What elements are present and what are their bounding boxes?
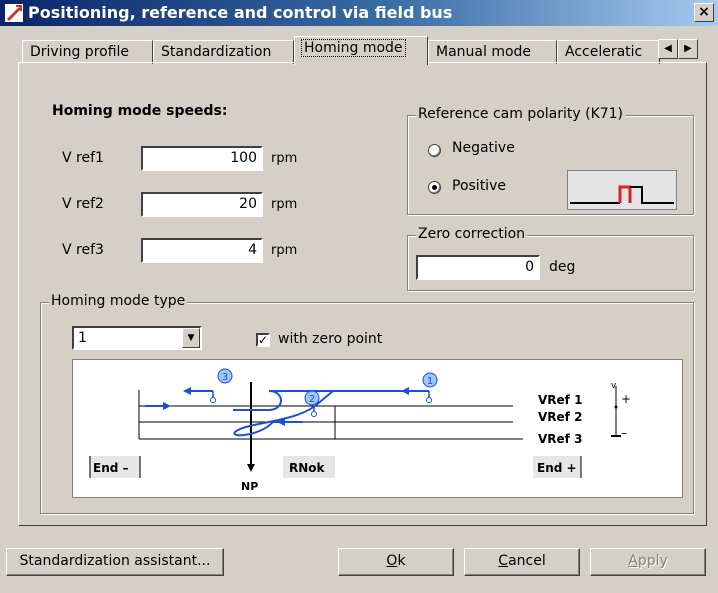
chevron-down-icon[interactable]: ▼	[182, 328, 200, 348]
cancel-button[interactable]: Cancel	[464, 548, 580, 576]
polarity-signal-image	[567, 170, 677, 210]
arrow-right-icon: ▶	[684, 43, 692, 54]
marker-3: 3	[222, 372, 228, 383]
tab-label: Manual mode	[436, 44, 532, 60]
homing-diagram: 3 2 1 VRef 1 VRef 2 VRef 3 v + – End – N…	[72, 359, 683, 498]
window-title: Positioning, reference and control via f…	[28, 3, 453, 22]
cancel-label: ancel	[508, 553, 546, 569]
vref1-unit: rpm	[271, 151, 298, 166]
tab-scroll-left-button[interactable]: ◀	[658, 39, 678, 59]
vref3-label: V ref3	[62, 242, 104, 258]
vref3-input[interactable]: 4	[141, 238, 263, 263]
ok-label: k	[397, 553, 406, 569]
v-axis-label: v	[611, 381, 617, 391]
vref2-unit: rpm	[271, 197, 298, 212]
apply-accel: A	[628, 553, 638, 569]
tab-label: Acceleratic	[565, 44, 643, 60]
tab-manual-mode[interactable]: Manual mode	[428, 40, 557, 64]
tab-label: Driving profile	[30, 44, 130, 60]
minus-label: –	[621, 426, 627, 440]
tab-acceleration[interactable]: Acceleratic	[557, 40, 660, 64]
radio-dot	[432, 185, 437, 190]
with-zero-point-label: with zero point	[278, 331, 383, 347]
tab-driving-profile[interactable]: Driving profile	[22, 40, 153, 64]
tab-scroll-right-button[interactable]: ▶	[678, 39, 698, 59]
vref1-diagram-label: VRef 1	[538, 393, 582, 407]
radio-positive[interactable]	[428, 181, 441, 194]
homing-type-title: Homing mode type	[49, 293, 188, 309]
tab-homing-mode[interactable]: Homing mode	[294, 36, 428, 65]
tab-standardization[interactable]: Standardization	[153, 40, 294, 64]
homing-type-select[interactable]: 1 ▼	[72, 326, 202, 350]
marker-1: 1	[427, 376, 433, 387]
end-minus-label: End –	[93, 461, 129, 475]
close-button[interactable]: ×	[694, 3, 714, 22]
rnok-label: RNok	[289, 461, 326, 475]
ok-button[interactable]: Ok	[338, 548, 454, 576]
homing-diagram-graphic: 3 2 1 VRef 1 VRef 2 VRef 3 v + – End – N…	[89, 368, 631, 493]
end-plus-label: End +	[537, 461, 577, 475]
vref2-input[interactable]: 20	[141, 192, 263, 217]
close-icon: ×	[698, 4, 710, 20]
dialog-window: Positioning, reference and control via f…	[0, 0, 718, 593]
radio-positive-label: Positive	[452, 178, 506, 194]
vref3-unit: rpm	[271, 243, 298, 258]
zero-correction-unit: deg	[549, 259, 576, 275]
tab-label: Homing mode	[301, 39, 406, 57]
vref1-input[interactable]: 100	[141, 146, 263, 171]
tab-label: Standardization	[161, 44, 272, 60]
arrow-left-icon: ◀	[664, 43, 672, 54]
polarity-group-title: Reference cam polarity (K71)	[416, 106, 626, 122]
polarity-signal-icon	[570, 185, 674, 204]
zero-correction-input[interactable]: 0	[416, 255, 540, 280]
plus-label: +	[621, 392, 631, 406]
np-label: NP	[241, 480, 258, 493]
speeds-heading: Homing mode speeds:	[52, 103, 228, 119]
apply-label: pply	[637, 553, 668, 569]
vref1-label: V ref1	[62, 150, 104, 166]
zero-correction-title: Zero correction	[416, 226, 528, 242]
title-bar: Positioning, reference and control via f…	[0, 0, 718, 26]
homing-type-value: 1	[78, 330, 87, 346]
assistant-label: Standardization assistant...	[19, 553, 211, 569]
vref2-diagram-label: VRef 2	[538, 410, 582, 424]
vref2-label: V ref2	[62, 196, 104, 212]
checkmark-icon: ✓	[258, 333, 269, 347]
standardization-assistant-button[interactable]: Standardization assistant...	[6, 548, 224, 576]
vref3-value: 4	[248, 242, 257, 258]
cancel-accel: C	[498, 553, 509, 569]
vref2-value: 20	[239, 196, 257, 212]
app-icon	[5, 4, 23, 22]
vref1-value: 100	[230, 150, 257, 166]
radio-negative-label: Negative	[452, 140, 515, 156]
with-zero-point-checkbox[interactable]: ✓	[256, 333, 270, 347]
zero-correction-value: 0	[525, 259, 534, 275]
apply-button[interactable]: Apply	[590, 548, 706, 576]
ok-accel: O	[386, 553, 398, 569]
marker-2: 2	[309, 394, 315, 405]
radio-negative[interactable]	[428, 144, 441, 157]
vref3-diagram-label: VRef 3	[538, 432, 582, 446]
